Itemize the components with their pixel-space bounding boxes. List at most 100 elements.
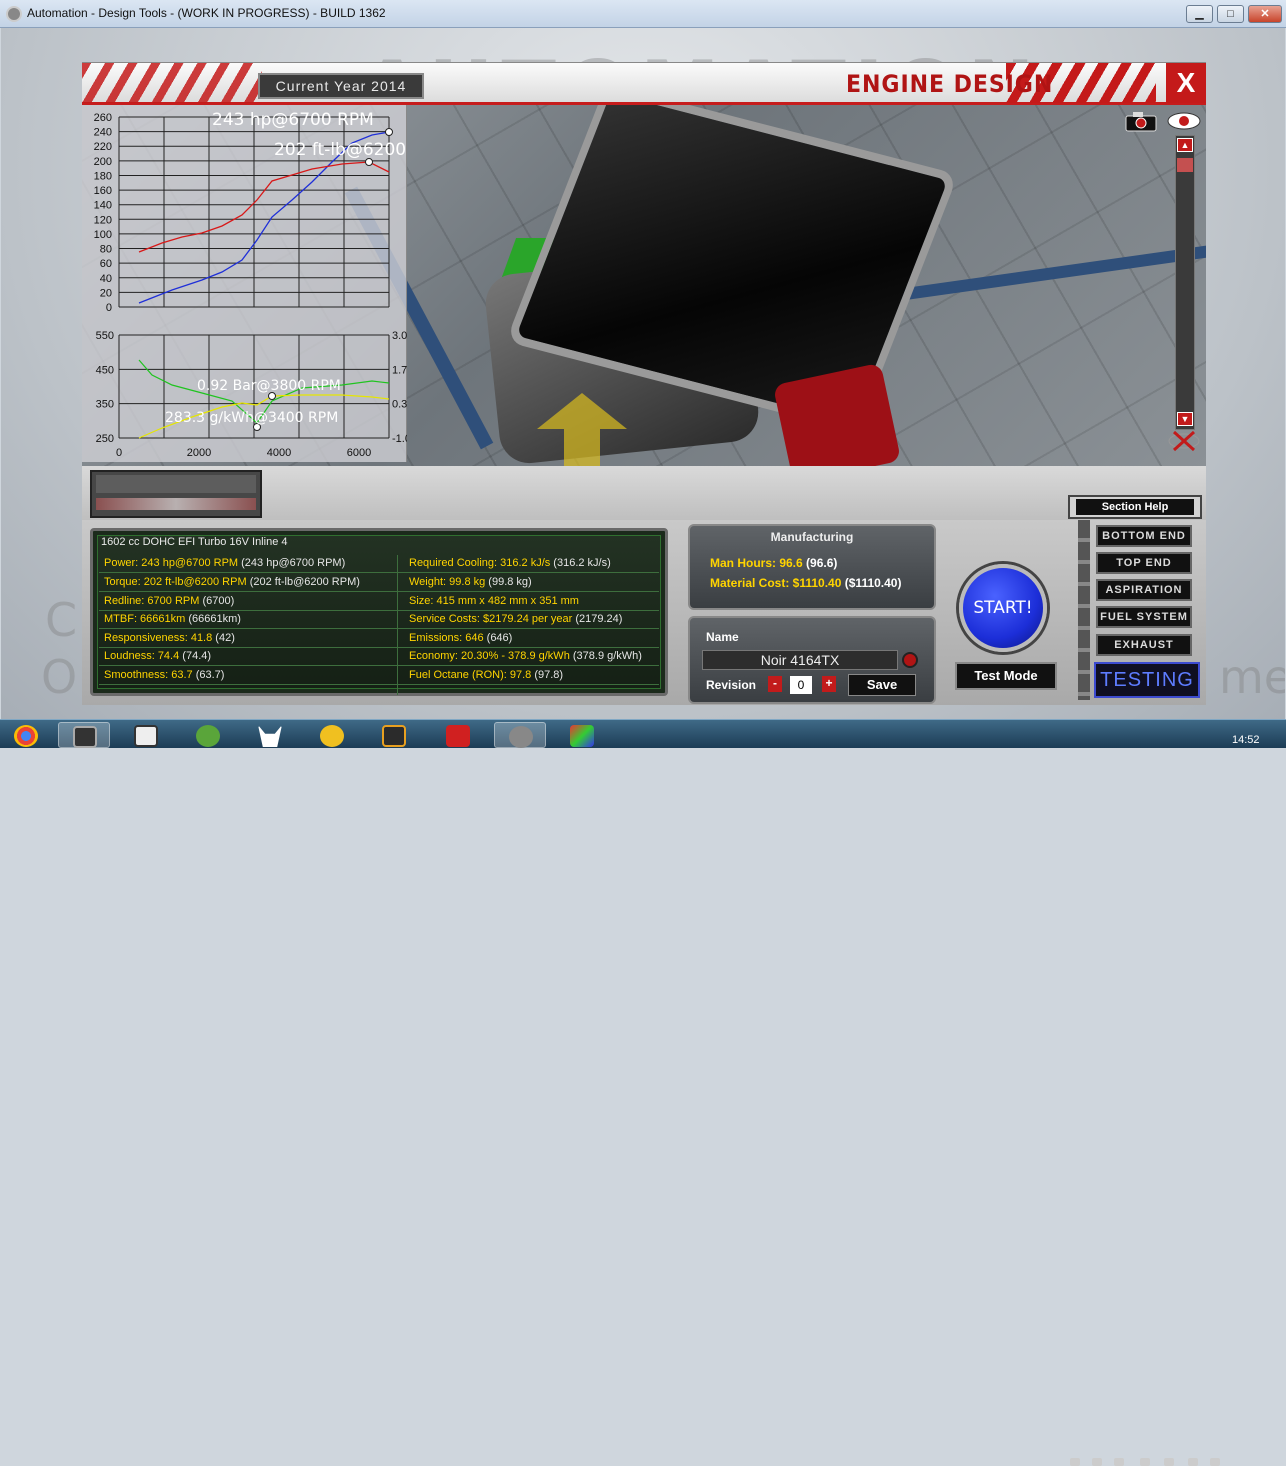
stat-left-row: Responsiveness: 41.8 (42)	[104, 632, 235, 644]
section-testing-button[interactable]: TESTING	[1094, 662, 1200, 698]
manufacturing-title: Manufacturing	[770, 530, 854, 544]
utorrent-taskbar-button[interactable]	[182, 722, 234, 748]
section-fuel-system-button[interactable]: FUEL SYSTEM	[1096, 606, 1192, 628]
save-button[interactable]: Save	[848, 674, 916, 696]
x-tick-label: 6000	[347, 447, 371, 459]
paint-taskbar-button[interactable]	[556, 722, 608, 748]
y-tick-label: 200	[94, 156, 112, 168]
chrome-taskbar-button[interactable]	[0, 722, 52, 748]
stat-left-row: Torque: 202 ft-lb@6200 RPM (202 ft-lb@62…	[104, 576, 360, 588]
scroll-down-icon[interactable]: ▼	[1177, 412, 1193, 426]
engine-stats-panel: 1602 cc DOHC EFI Turbo 16V Inline 4 Powe…	[90, 528, 668, 696]
background-ghost-text: C	[45, 593, 78, 647]
stat-right-row: Required Cooling: 316.2 kJ/s (316.2 kJ/s…	[409, 557, 611, 569]
y-tick-label: 100	[94, 229, 112, 241]
stat-right-row: Economy: 20.30% - 378.9 g/kWh (378.9 g/k…	[409, 650, 642, 662]
page-title: ENGINE DESIGN	[846, 70, 1054, 98]
hide-eye-icon[interactable]	[1166, 430, 1202, 452]
test-mode-button[interactable]: Test Mode	[955, 662, 1057, 690]
file-taskbar-button[interactable]	[120, 722, 172, 748]
stat-right-row: Size: 415 mm x 482 mm x 351 mm	[409, 595, 579, 607]
y-tick-label: 350	[96, 399, 114, 411]
slider-track[interactable]	[96, 498, 256, 510]
app-taskbar-button[interactable]	[368, 722, 420, 748]
section-help-button[interactable]: Section Help	[1068, 495, 1202, 519]
section-top-end-button[interactable]: TOP END	[1096, 552, 1192, 574]
tray-icon[interactable]	[1114, 1458, 1124, 1466]
y-tick-label: 260	[94, 112, 112, 124]
scroll-thumb[interactable]	[1177, 158, 1193, 172]
maximize-button[interactable]: □	[1217, 5, 1244, 23]
torque-peak-label: 202 ft-lb@6200 RPM	[274, 140, 407, 160]
camera-icon[interactable]	[1124, 110, 1158, 132]
taskbar-clock[interactable]: 14:52	[1232, 734, 1260, 746]
y-tick-label: 550	[96, 330, 114, 342]
section-aspiration-button[interactable]: ASPIRATION	[1096, 579, 1192, 601]
app-taskbar-button[interactable]	[432, 722, 484, 748]
stat-left-row: Loudness: 74.4 (74.4)	[104, 650, 212, 662]
y-tick-label: 450	[96, 364, 114, 376]
y2-tick-label: -1.0	[392, 433, 407, 445]
name-label: Name	[706, 630, 739, 644]
tray-icon[interactable]	[1188, 1458, 1198, 1466]
bsfc-min-label: 283.3 g/kWh@3400 RPM	[165, 410, 338, 426]
app-icon	[320, 725, 344, 747]
tray-icon[interactable]	[1140, 1458, 1150, 1466]
revision-decrement-button[interactable]: -	[768, 676, 782, 692]
x-tick-label: 0	[116, 447, 122, 459]
window-title: Automation - Design Tools - (WORK IN PRO…	[27, 6, 386, 20]
stat-right-row: Service Costs: $2179.24 per year (2179.2…	[409, 613, 623, 625]
y-tick-label: 220	[94, 141, 112, 153]
engine-name-field[interactable]: Noir 4164TX	[702, 650, 898, 670]
revision-value: 0	[790, 676, 812, 694]
start-button[interactable]: START!	[959, 564, 1047, 652]
eye-icon[interactable]	[1166, 110, 1202, 132]
tray-icon[interactable]	[1210, 1458, 1220, 1466]
revision-label: Revision	[706, 678, 757, 692]
current-year-label: Current Year 2014	[258, 73, 424, 99]
y-tick-label: 240	[94, 127, 112, 139]
boost-peak-label: 0.92 Bar@3800 RPM	[197, 378, 341, 394]
reset-name-icon[interactable]	[902, 652, 918, 668]
man-hours: Man Hours: 96.6 (96.6)	[710, 556, 838, 570]
automation-taskbar-button[interactable]	[494, 722, 546, 748]
file-icon	[134, 725, 158, 747]
material-cost: Material Cost: $1110.40 ($1110.40)	[710, 576, 902, 590]
stat-right-row: Emissions: 646 (646)	[409, 632, 513, 644]
x-tick-label: 4000	[267, 447, 291, 459]
revision-increment-button[interactable]: +	[822, 676, 836, 692]
app-taskbar-button[interactable]	[306, 722, 358, 748]
background-ghost-text: me	[1219, 650, 1285, 704]
app-icon	[446, 725, 470, 747]
y-tick-label: 120	[94, 214, 112, 226]
close-designer-button[interactable]: X	[1166, 63, 1206, 103]
minimize-button[interactable]: ▁	[1186, 5, 1213, 23]
scroll-up-icon[interactable]: ▲	[1177, 138, 1193, 152]
zoom-scrollbar[interactable]: ▲ ▼	[1175, 135, 1195, 430]
x-tick-label: 2000	[187, 447, 211, 459]
y-tick-label: 80	[100, 244, 112, 256]
power-peak-marker	[385, 128, 393, 136]
cat-icon	[258, 725, 282, 747]
background-ghost-text: O	[41, 650, 78, 704]
app-icon	[382, 725, 406, 747]
manufacturing-panel: Manufacturing Man Hours: 96.6 (96.6) Mat…	[688, 524, 936, 610]
engine-description: 1602 cc DOHC EFI Turbo 16V Inline 4	[101, 536, 288, 548]
naming-panel: Name Noir 4164TX Revision - 0 + Save	[688, 616, 936, 704]
tray-icon[interactable]	[1164, 1458, 1174, 1466]
tray-icon[interactable]	[1092, 1458, 1102, 1466]
app-icon	[6, 6, 22, 22]
section-exhaust-button[interactable]: EXHAUST	[1096, 634, 1192, 656]
tray-icon[interactable]	[1070, 1458, 1080, 1466]
app-taskbar-button[interactable]	[244, 722, 296, 748]
section-bottom-end-button[interactable]: BOTTOM END	[1096, 525, 1192, 547]
stat-right-row: Fuel Octane (RON): 97.8 (97.8)	[409, 669, 564, 681]
y2-tick-label: 3.0	[392, 330, 407, 342]
stat-left-row: MTBF: 66661km (66661km)	[104, 613, 241, 625]
steam-taskbar-button[interactable]	[58, 722, 110, 748]
y-tick-label: 60	[100, 258, 112, 270]
y-tick-label: 250	[96, 433, 114, 445]
engine-curves-svg: 260240220200180160140120100806040200 550…	[94, 110, 407, 459]
close-window-button[interactable]: ✕	[1248, 5, 1282, 23]
part-preview-slider[interactable]	[90, 470, 262, 518]
